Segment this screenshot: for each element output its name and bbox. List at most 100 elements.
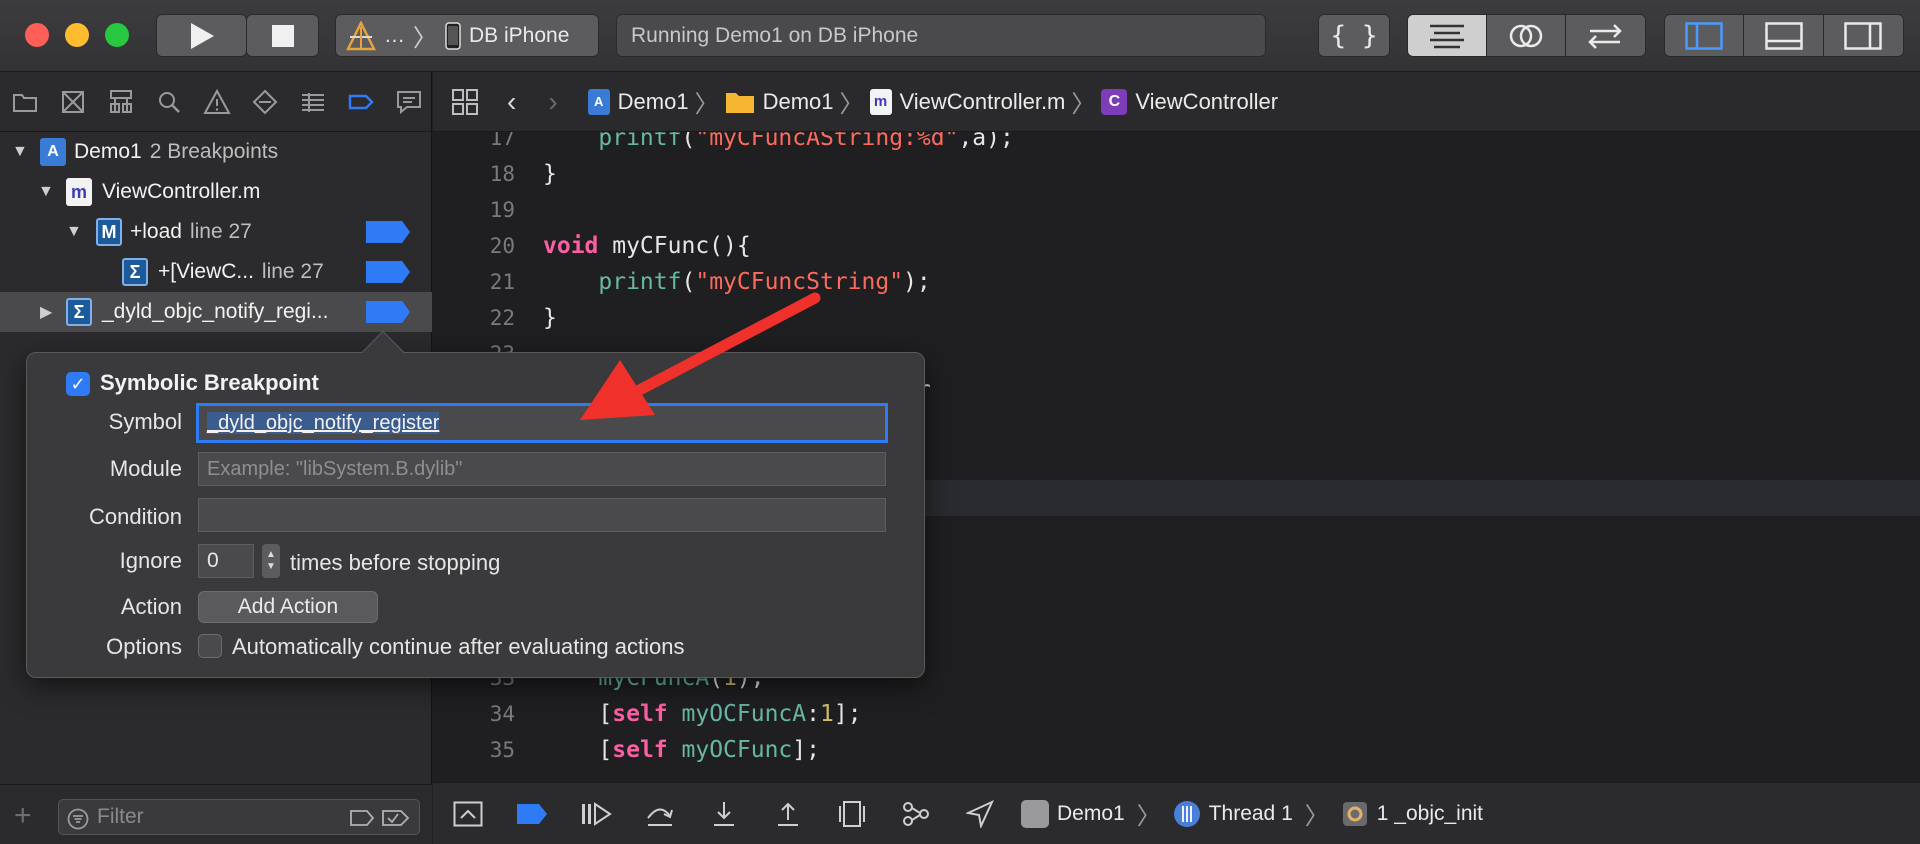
- code-line[interactable]: 17 printf("myCFuncAString:%d",a);: [433, 132, 1920, 156]
- debug-memory-graph-button[interactable]: [899, 797, 933, 831]
- debug-bar: Demo1 〉 Thread 1 〉 1 _objc_init: [433, 782, 1920, 844]
- jump-crumb-file[interactable]: m ViewController.m: [869, 88, 1065, 115]
- breakpoint-flag-icon[interactable]: [366, 261, 410, 283]
- line-number[interactable]: 34: [433, 702, 515, 726]
- tab-find-navigator[interactable]: [152, 85, 186, 119]
- code-line[interactable]: 20 void myCFunc(){: [433, 228, 1920, 264]
- assistant-editor-icon: [1509, 24, 1543, 47]
- add-breakpoint-plus-icon[interactable]: +: [14, 799, 32, 833]
- line-number[interactable]: 18: [433, 162, 515, 186]
- debug-crumb-process[interactable]: Demo1: [1057, 802, 1125, 826]
- tree-row-label: +load line 27: [130, 220, 252, 244]
- tab-breakpoint-navigator[interactable]: [344, 85, 378, 119]
- minimize-window-button[interactable]: [65, 23, 89, 47]
- tree-row-symbolic-breakpoint[interactable]: ▶ Σ _dyld_objc_notify_regi...: [0, 292, 432, 332]
- continue-button[interactable]: [579, 797, 613, 831]
- standard-editor-button[interactable]: [1408, 15, 1487, 56]
- auto-continue-checkbox[interactable]: [198, 634, 222, 658]
- assistant-editor-button[interactable]: [1487, 15, 1566, 56]
- ignore-count-field[interactable]: 0: [198, 544, 254, 578]
- code-line[interactable]: 18}: [433, 156, 1920, 192]
- step-out-icon: [778, 802, 798, 826]
- simulate-location-button[interactable]: [963, 797, 997, 831]
- line-number[interactable]: 35: [433, 738, 515, 762]
- tab-project-navigator[interactable]: [8, 85, 42, 119]
- breakpoint-flag-icon[interactable]: [366, 221, 410, 243]
- code-text: printf("myCFuncAString:%d",a);: [598, 132, 1014, 151]
- tree-row-file[interactable]: ▼ m ViewController.m: [0, 172, 432, 212]
- disclosure-expanded-icon[interactable]: ▼: [38, 183, 54, 201]
- symbol-sigma-icon: Σ: [66, 298, 92, 326]
- tab-symbol-navigator[interactable]: [104, 85, 138, 119]
- continue-icon: [582, 801, 612, 826]
- jump-crumb-group[interactable]: Demo1: [725, 89, 834, 115]
- forward-chevron-icon[interactable]: ›: [548, 86, 557, 118]
- breakpoint-flag-icon[interactable]: [366, 301, 410, 323]
- related-items-grid-icon[interactable]: [451, 88, 479, 116]
- breakpoint-enabled-checkbox[interactable]: ✓: [66, 372, 90, 396]
- filter-enabled-breakpoints-icon[interactable]: [349, 808, 375, 828]
- disclosure-expanded-icon[interactable]: ▼: [12, 143, 28, 161]
- tab-issue-navigator[interactable]: [200, 85, 234, 119]
- debug-view-hierarchy-button[interactable]: [835, 797, 869, 831]
- back-chevron-icon[interactable]: ‹: [507, 86, 516, 118]
- tab-debug-navigator[interactable]: [296, 85, 330, 119]
- breakpoint-type-title: Symbolic Breakpoint: [100, 370, 319, 395]
- activate-breakpoints-button[interactable]: [515, 797, 549, 831]
- step-over-button[interactable]: [643, 797, 677, 831]
- tree-row-breakpoint-location[interactable]: Σ +[ViewC... line 27: [0, 252, 432, 292]
- disclosure-collapsed-icon[interactable]: ▶: [40, 302, 52, 322]
- jump-crumb-project[interactable]: A Demo1: [587, 88, 689, 115]
- window-toolbar: … 〉 DB iPhone Running Demo1 on DB iPhone…: [0, 0, 1920, 72]
- scheme-selector[interactable]: … 〉 DB iPhone: [335, 14, 599, 57]
- jump-crumb-class[interactable]: C ViewController: [1101, 88, 1278, 115]
- disclosure-expanded-icon[interactable]: ▼: [66, 223, 82, 241]
- step-out-button[interactable]: [771, 797, 805, 831]
- module-field[interactable]: [198, 452, 886, 486]
- tab-test-navigator[interactable]: [248, 85, 282, 119]
- line-number[interactable]: 17: [433, 132, 515, 150]
- search-icon: [159, 91, 180, 113]
- debug-crumb-frame[interactable]: 1 _objc_init: [1377, 802, 1483, 826]
- line-number[interactable]: 21: [433, 270, 515, 294]
- memory-graph-icon: [903, 801, 929, 826]
- tree-row-project[interactable]: ▼ A Demo1 2 Breakpoints: [0, 132, 432, 172]
- symbol-label: Symbol: [108, 409, 182, 434]
- zoom-window-button[interactable]: [105, 23, 129, 47]
- library-button[interactable]: { }: [1318, 14, 1390, 57]
- run-button[interactable]: [156, 14, 247, 57]
- debug-crumb-thread[interactable]: Thread 1: [1209, 802, 1293, 826]
- code-line[interactable]: 34 [self myOCFuncA:1];: [433, 696, 1920, 732]
- ignore-count-stepper[interactable]: ▲ ▼: [262, 544, 280, 578]
- line-number[interactable]: 19: [433, 198, 515, 222]
- breakpoint-line: line 27: [261, 260, 324, 283]
- tree-row-breakpoint-load[interactable]: ▼ M +load line 27: [0, 212, 432, 252]
- breakpoint-line: line 27: [189, 220, 252, 243]
- filter-field[interactable]: [58, 799, 420, 835]
- filter-checked-breakpoints-icon[interactable]: [381, 808, 411, 828]
- toggle-navigator-button[interactable]: [1665, 15, 1745, 56]
- close-window-button[interactable]: [25, 23, 49, 47]
- hide-debug-area-button[interactable]: [451, 797, 485, 831]
- stepper-up-icon[interactable]: ▲: [266, 549, 276, 561]
- tab-report-navigator[interactable]: [392, 85, 426, 119]
- toggle-inspector-button[interactable]: [1823, 15, 1903, 56]
- stepper-down-icon[interactable]: ▼: [266, 561, 276, 573]
- line-number[interactable]: 22: [433, 306, 515, 330]
- version-editor-button[interactable]: [1566, 15, 1645, 56]
- line-number[interactable]: 20: [433, 234, 515, 258]
- symbolic-breakpoint-name: _dyld_objc_notify_regi...: [102, 300, 329, 323]
- breadcrumb-chevron-icon: 〉: [839, 91, 864, 118]
- play-icon: [190, 22, 214, 49]
- add-action-button[interactable]: Add Action: [198, 591, 378, 623]
- filter-input[interactable]: [97, 804, 337, 830]
- code-line[interactable]: 19: [433, 192, 1920, 228]
- toggle-debug-area-button[interactable]: [1744, 15, 1824, 56]
- tab-source-control-navigator[interactable]: [56, 85, 90, 119]
- project-file-icon: A: [587, 88, 610, 115]
- stop-button[interactable]: [246, 14, 319, 57]
- code-line[interactable]: 35 [self myOCFunc];: [433, 732, 1920, 768]
- breakpoint-icon: [517, 803, 547, 824]
- step-into-button[interactable]: [707, 797, 741, 831]
- condition-field[interactable]: [198, 498, 886, 532]
